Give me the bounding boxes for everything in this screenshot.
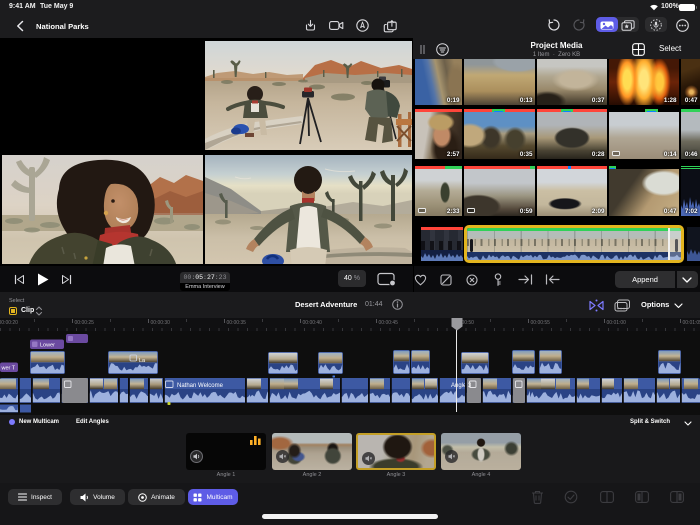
svg-text:Angle 3: Angle 3 [451, 383, 472, 389]
svg-text:wer T: wer T [1, 366, 16, 372]
svg-text:Nathan Welcome: Nathan Welcome [177, 383, 224, 389]
svg-text:Lower: Lower [40, 343, 55, 349]
svg-text:La: La [139, 358, 146, 364]
